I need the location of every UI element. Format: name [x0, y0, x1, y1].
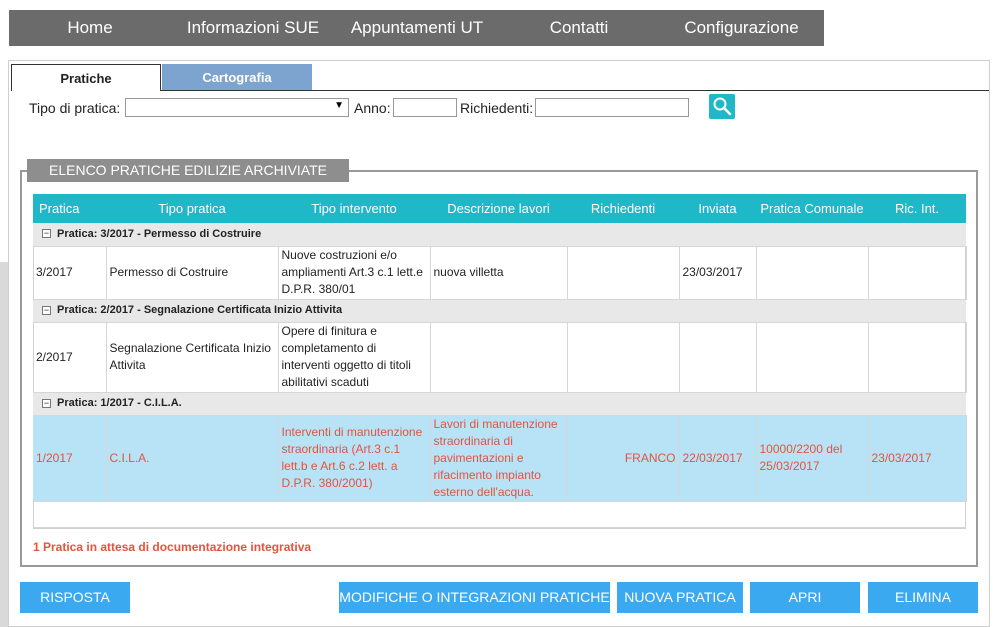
col-descrizione-lavori[interactable]: Descrizione lavori	[430, 194, 567, 223]
cell-pratica-comunale	[756, 322, 869, 393]
group-title: Pratica: 1/2017 - C.I.L.A.	[57, 397, 182, 409]
tab-divider	[161, 90, 989, 91]
richiedenti-input[interactable]	[535, 98, 689, 117]
anno-input[interactable]	[393, 98, 457, 117]
cell-tipo-pratica: C.I.L.A.	[106, 415, 279, 502]
cell-tipo-intervento: Opere di finitura e completamento di int…	[278, 322, 431, 393]
col-pratica-comunale[interactable]: Pratica Comunale	[756, 194, 868, 223]
top-navigation: Home Informazioni SUE Appuntamenti UT Co…	[9, 10, 824, 46]
anno-label: Anno:	[354, 100, 391, 116]
modifiche-integrazioni-button[interactable]: MODIFICHE O INTEGRAZIONI PRATICHE	[339, 582, 610, 613]
group-header-row[interactable]: − Pratica: 3/2017 - Permesso di Costruire	[33, 223, 966, 247]
cell-ric-int	[868, 322, 967, 393]
table-header-row: Pratica Tipo pratica Tipo intervento Des…	[33, 194, 966, 223]
nav-contatti[interactable]: Contatti	[499, 10, 659, 46]
cell-inviata: 22/03/2017	[679, 415, 757, 502]
pending-note: 1 Pratica in attesa di documentazione in…	[33, 540, 312, 554]
elimina-button[interactable]: ELIMINA	[868, 582, 978, 613]
cell-tipo-intervento: Interventi di manutenzione straordinaria…	[278, 415, 431, 502]
tab-pratiche[interactable]: Pratiche	[11, 64, 161, 91]
cell-ric-int	[868, 246, 967, 300]
col-tipo-pratica[interactable]: Tipo pratica	[106, 194, 278, 223]
table-row[interactable]: 3/2017 Permesso di Costruire Nuove costr…	[33, 246, 967, 300]
col-ric-int[interactable]: Ric. Int.	[868, 194, 966, 223]
group-header-row[interactable]: − Pratica: 2/2017 - Segnalazione Certific…	[33, 299, 966, 323]
fieldset-legend: ELENCO PRATICHE EDILIZIE ARCHIVIATE	[27, 159, 349, 182]
table-row-selected[interactable]: 1/2017 C.I.L.A. Interventi di manutenzio…	[33, 415, 967, 502]
nav-informazioni-sue[interactable]: Informazioni SUE	[171, 10, 335, 46]
cell-pratica: 1/2017	[33, 415, 107, 502]
collapse-minus-icon[interactable]: −	[42, 229, 51, 239]
dropdown-arrow-icon: ▼	[334, 100, 344, 111]
nuova-pratica-button[interactable]: NUOVA PRATICA	[617, 582, 743, 613]
table-row[interactable]: 2/2017 Segnalazione Certificata Inizio A…	[33, 322, 967, 393]
cell-tipo-pratica: Permesso di Costruire	[106, 246, 279, 300]
cell-descrizione	[430, 322, 568, 393]
cell-pratica-comunale	[756, 246, 869, 300]
magnifier-icon	[713, 97, 732, 116]
nav-appuntamenti-ut[interactable]: Appuntamenti UT	[335, 10, 499, 46]
tab-cartografia[interactable]: Cartografia	[162, 64, 312, 91]
cell-descrizione: Lavori di manutenzione straordinaria di …	[430, 415, 568, 502]
col-tipo-intervento[interactable]: Tipo intervento	[278, 194, 430, 223]
cell-pratica: 2/2017	[33, 322, 107, 393]
tipo-pratica-select[interactable]: ▼	[125, 98, 349, 117]
cell-ric-int: 23/03/2017	[868, 415, 967, 502]
cell-inviata: 23/03/2017	[679, 246, 757, 300]
nav-home[interactable]: Home	[9, 10, 171, 46]
empty-row	[33, 501, 966, 528]
cell-inviata	[679, 322, 757, 393]
search-button[interactable]	[709, 94, 735, 119]
collapse-minus-icon[interactable]: −	[42, 398, 51, 408]
main-panel: Pratiche Cartografia Tipo di pratica: ▼ …	[8, 60, 990, 627]
col-richiedenti[interactable]: Richiedenti	[567, 194, 679, 223]
cell-richiedenti: FRANCO	[567, 415, 680, 502]
nav-configurazione[interactable]: Configurazione	[659, 10, 824, 46]
pratiche-table: Pratica Tipo pratica Tipo intervento Des…	[33, 194, 967, 528]
group-header-row[interactable]: − Pratica: 1/2017 - C.I.L.A.	[33, 392, 966, 416]
cell-descrizione: nuova villetta	[430, 246, 568, 300]
col-pratica[interactable]: Pratica	[33, 194, 106, 223]
group-title: Pratica: 2/2017 - Segnalazione Certifica…	[57, 304, 343, 316]
group-title: Pratica: 3/2017 - Permesso di Costruire	[57, 227, 262, 240]
col-inviata[interactable]: Inviata	[679, 194, 756, 223]
cell-richiedenti	[567, 246, 680, 300]
collapse-minus-icon[interactable]: −	[42, 305, 51, 315]
cell-richiedenti	[567, 322, 680, 393]
tipo-pratica-label: Tipo di pratica:	[29, 100, 121, 116]
richiedenti-label: Richiedenti:	[460, 100, 534, 116]
cell-pratica-comunale: 10000/2200 del 25/03/2017	[756, 415, 869, 502]
cell-tipo-intervento: Nuove costruzioni e/o ampliamenti Art.3 …	[278, 246, 431, 300]
cell-pratica: 3/2017	[33, 246, 107, 300]
risposta-button[interactable]: RISPOSTA	[20, 582, 130, 613]
apri-button[interactable]: APRI	[750, 582, 860, 613]
cell-tipo-pratica: Segnalazione Certificata Inizio Attivita	[106, 322, 279, 393]
